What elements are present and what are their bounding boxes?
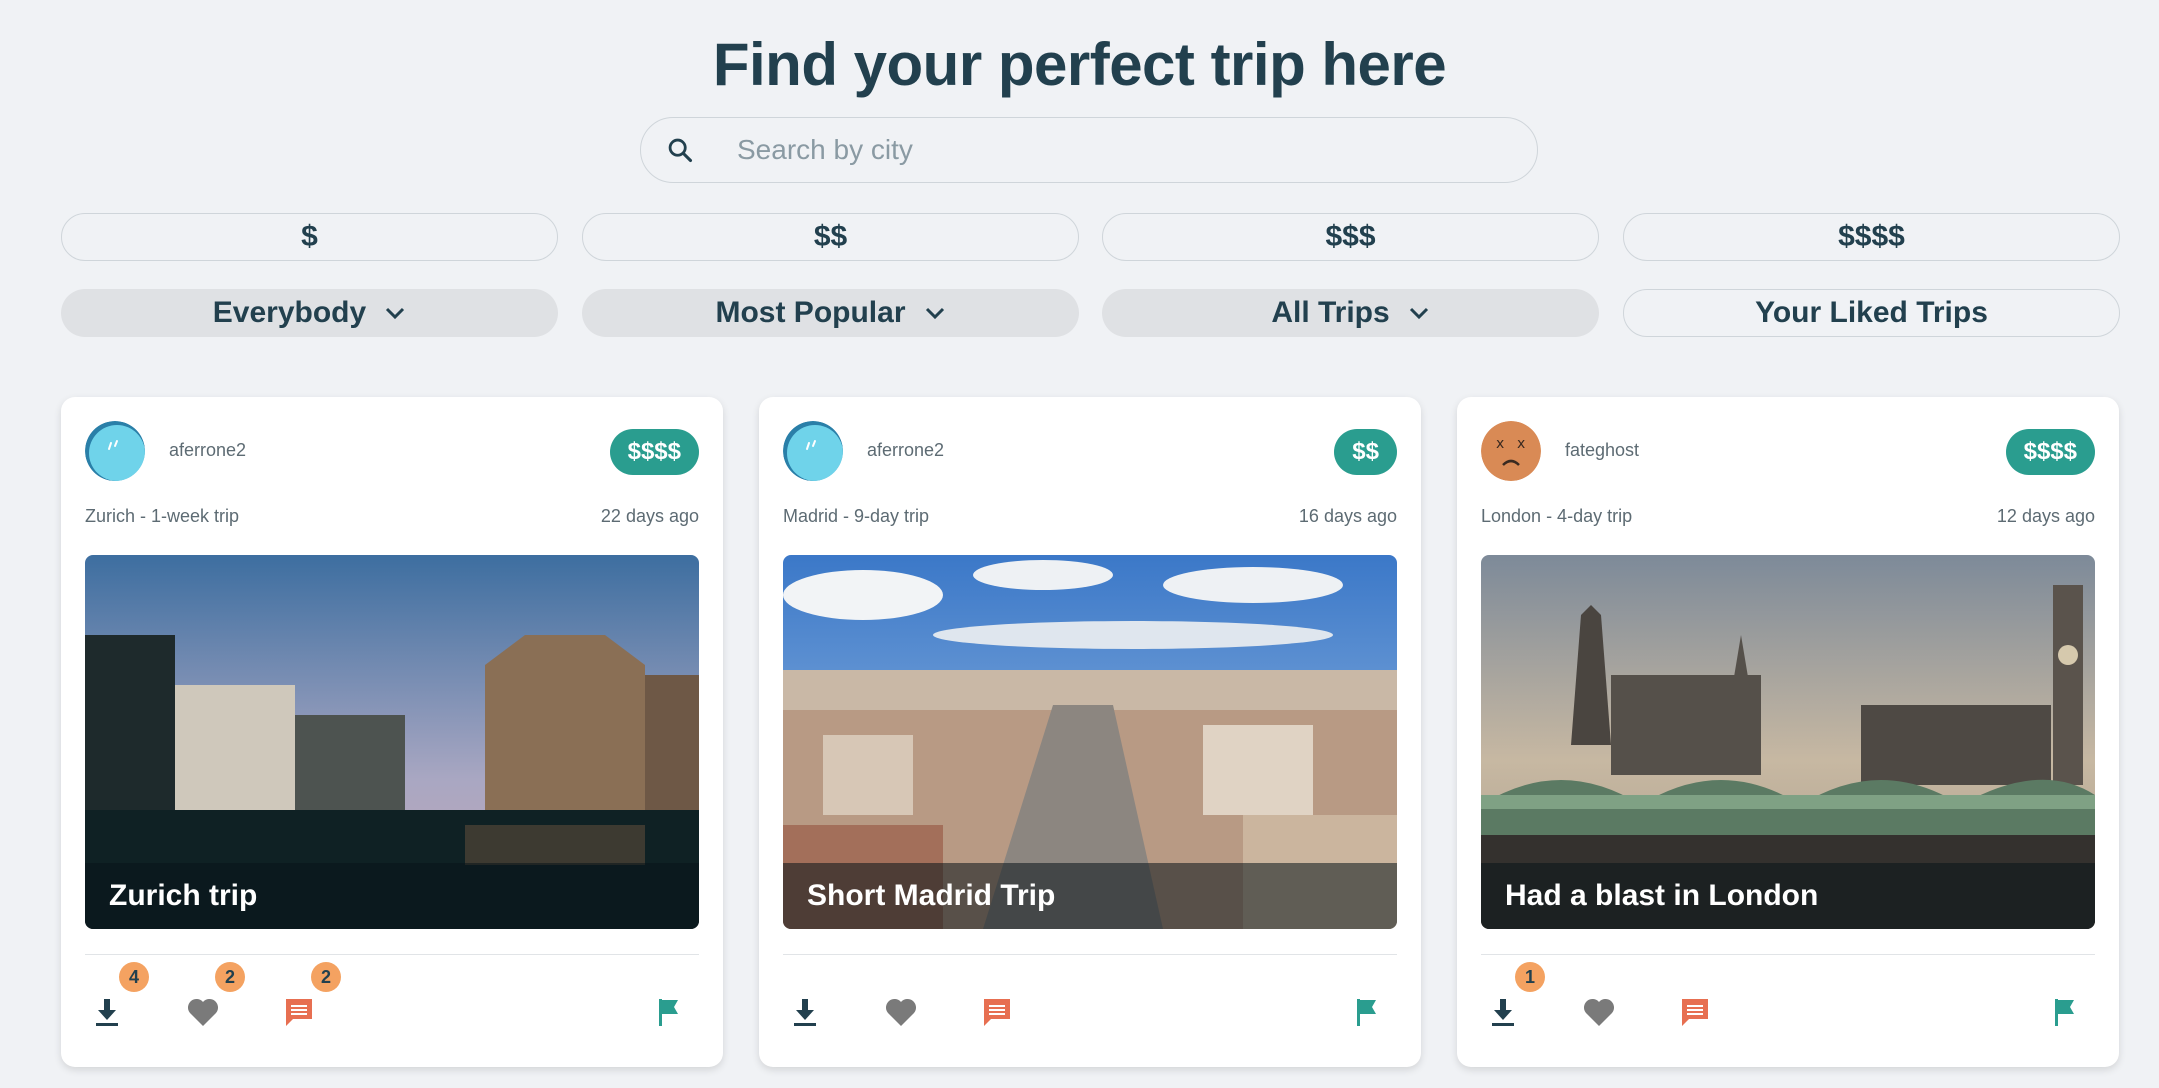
price-badge: $$$$ bbox=[2005, 429, 2095, 475]
flag-icon bbox=[1357, 999, 1376, 1026]
price-filter-4[interactable]: $$$$ bbox=[1623, 213, 2120, 261]
trip-age: 22 days ago bbox=[600, 506, 699, 526]
trip-location: Madrid - 9-day trip bbox=[783, 506, 930, 526]
username[interactable]: aferrone2 bbox=[169, 440, 246, 461]
download-button[interactable]: 1 bbox=[1483, 962, 1545, 1032]
comment-button[interactable]: 2 bbox=[279, 962, 341, 1032]
divider bbox=[85, 954, 699, 955]
trip-age: 12 days ago bbox=[1996, 506, 2095, 526]
price-filter-2[interactable]: $$ bbox=[582, 213, 1079, 261]
price-badge: $$$$ bbox=[609, 429, 699, 475]
trip-caption: Had a blast in London bbox=[1481, 863, 2095, 929]
heart-icon bbox=[885, 998, 917, 1026]
svg-text:x: x bbox=[1517, 436, 1525, 452]
like-button[interactable] bbox=[1579, 992, 1619, 1032]
avatar[interactable]: xx bbox=[1481, 421, 1541, 481]
scope-dropdown[interactable]: All Trips bbox=[1102, 289, 1599, 337]
username[interactable]: aferrone2 bbox=[867, 440, 944, 461]
trip-photo[interactable]: Zurich trip bbox=[85, 555, 699, 929]
heart-icon bbox=[187, 998, 219, 1026]
svg-text:x: x bbox=[1496, 436, 1504, 452]
trip-photo[interactable]: Short Madrid Trip bbox=[783, 555, 1397, 929]
trip-card[interactable]: aferrone2 $$$$ Zurich - 1-week trip 22 d… bbox=[61, 397, 723, 1067]
price-filter-3[interactable]: $$$ bbox=[1102, 213, 1599, 261]
report-button[interactable] bbox=[2045, 992, 2085, 1032]
trip-photo[interactable]: Had a blast in London bbox=[1481, 555, 2095, 929]
sort-dropdown-label: Most Popular bbox=[715, 296, 906, 329]
chevron-down-icon bbox=[384, 306, 406, 320]
search-input[interactable] bbox=[735, 133, 1499, 167]
divider bbox=[783, 954, 1397, 955]
download-icon bbox=[96, 999, 118, 1026]
comment-button[interactable] bbox=[977, 992, 1017, 1032]
audience-dropdown[interactable]: Everybody bbox=[61, 289, 558, 337]
flag-icon bbox=[2055, 999, 2074, 1026]
price-filter-1[interactable]: $ bbox=[61, 213, 558, 261]
download-count-badge: 4 bbox=[119, 962, 149, 992]
like-button[interactable]: 2 bbox=[183, 962, 245, 1032]
page-title: Find your perfect trip here bbox=[712, 31, 1447, 98]
avatar[interactable] bbox=[783, 421, 843, 481]
search-icon bbox=[665, 135, 695, 165]
liked-trips-label: Your Liked Trips bbox=[1755, 296, 1988, 329]
price-badge: $$ bbox=[1334, 429, 1397, 475]
search-bar[interactable] bbox=[640, 117, 1538, 183]
trip-card[interactable]: aferrone2 $$ Madrid - 9-day trip 16 days… bbox=[759, 397, 1421, 1067]
report-button[interactable] bbox=[649, 992, 689, 1032]
chevron-down-icon bbox=[1408, 306, 1430, 320]
comment-icon bbox=[286, 999, 312, 1026]
trip-caption: Short Madrid Trip bbox=[783, 863, 1397, 929]
trip-location: London - 4-day trip bbox=[1481, 506, 1633, 526]
comment-count-badge: 2 bbox=[311, 962, 341, 992]
audience-dropdown-label: Everybody bbox=[212, 296, 367, 329]
heart-icon bbox=[1583, 998, 1615, 1026]
like-count-badge: 2 bbox=[215, 962, 245, 992]
download-button[interactable]: 4 bbox=[87, 962, 149, 1032]
like-button[interactable] bbox=[881, 992, 921, 1032]
comment-button[interactable] bbox=[1675, 992, 1715, 1032]
flag-icon bbox=[659, 999, 678, 1026]
sort-dropdown[interactable]: Most Popular bbox=[582, 289, 1079, 337]
download-icon bbox=[794, 999, 816, 1026]
download-icon bbox=[1492, 999, 1514, 1026]
trip-location: Zurich - 1-week trip bbox=[85, 506, 240, 526]
scope-dropdown-label: All Trips bbox=[1271, 296, 1390, 329]
chevron-down-icon bbox=[924, 306, 946, 320]
trip-age: 16 days ago bbox=[1298, 506, 1397, 526]
trip-caption: Zurich trip bbox=[85, 863, 699, 929]
report-button[interactable] bbox=[1347, 992, 1387, 1032]
username[interactable]: fateghost bbox=[1565, 440, 1639, 461]
liked-trips-button[interactable]: Your Liked Trips bbox=[1623, 289, 2120, 337]
comment-icon bbox=[984, 999, 1010, 1026]
avatar[interactable] bbox=[85, 421, 145, 481]
trip-card[interactable]: xx fateghost $$$$ London - 4-day trip 12… bbox=[1457, 397, 2119, 1067]
download-button[interactable] bbox=[785, 992, 825, 1032]
comment-icon bbox=[1682, 999, 1708, 1026]
divider bbox=[1481, 954, 2095, 955]
download-count-badge: 1 bbox=[1515, 962, 1545, 992]
